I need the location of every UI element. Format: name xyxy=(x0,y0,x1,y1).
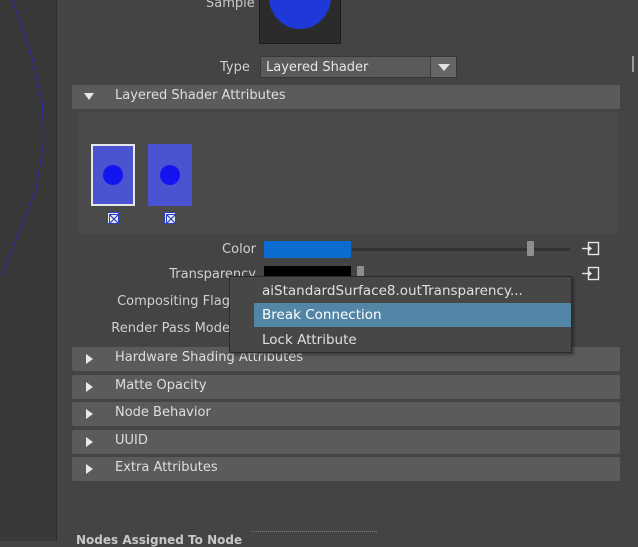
color-swatch[interactable] xyxy=(264,241,351,258)
chevron-down-icon xyxy=(438,64,450,71)
footer-label: Nodes Assigned To Node xyxy=(76,533,243,547)
layer-swatch-1[interactable] xyxy=(91,144,135,206)
divider xyxy=(252,531,377,532)
type-dropdown[interactable]: Layered Shader xyxy=(260,56,457,78)
render-pass-mode-text: Render Pass Mode xyxy=(111,321,230,336)
remove-layer-2-icon[interactable] xyxy=(164,212,176,224)
transparency-label: Transparency xyxy=(169,267,256,282)
section-extra-attributes[interactable]: Extra Attributes xyxy=(72,457,620,481)
triangle-right-icon xyxy=(86,382,93,392)
layer-dot xyxy=(160,165,180,185)
section-uuid[interactable]: UUID xyxy=(72,430,620,454)
triangle-right-icon xyxy=(86,354,93,364)
color-slider-track[interactable] xyxy=(352,248,570,251)
triangle-right-icon xyxy=(86,437,93,447)
menu-item-break-connection[interactable]: Break Connection xyxy=(254,303,571,327)
section-title: Matte Opacity xyxy=(115,378,207,393)
section-matte-opacity[interactable]: Matte Opacity xyxy=(72,375,620,399)
sample-label: Sample xyxy=(206,0,255,11)
viewport-panel[interactable] xyxy=(0,0,57,541)
triangle-right-icon xyxy=(86,464,93,474)
sample-swatch xyxy=(259,0,341,44)
map-texture-icon[interactable] xyxy=(582,241,600,257)
triangle-right-icon xyxy=(86,409,93,419)
section-title: Layered Shader Attributes xyxy=(115,88,286,103)
layer-swatch-2[interactable] xyxy=(148,144,192,206)
menu-item-lock-attribute[interactable]: Lock Attribute xyxy=(254,328,571,352)
scrollbar[interactable] xyxy=(624,40,638,480)
remove-layer-1-icon[interactable] xyxy=(107,212,119,224)
section-layered-shader-attributes[interactable]: Layered Shader Attributes xyxy=(72,85,620,109)
layer-panel xyxy=(78,112,618,234)
compositing-flag-text: Compositing Flag xyxy=(117,294,230,309)
triangle-down-icon xyxy=(84,93,94,100)
type-dropdown-value: Layered Shader xyxy=(266,60,369,75)
section-title: UUID xyxy=(115,433,148,448)
menu-item-connection-source[interactable]: aiStandardSurface8.outTransparency... xyxy=(254,279,571,303)
type-dropdown-button[interactable] xyxy=(430,57,456,77)
section-title: Node Behavior xyxy=(115,405,211,420)
viewport-curve xyxy=(1,0,45,276)
type-label: Type xyxy=(220,60,250,75)
layer-dot xyxy=(103,165,123,185)
compositing-flag-label: Compositing Flag xyxy=(40,294,230,309)
sample-ball xyxy=(269,0,331,29)
color-slider-handle[interactable] xyxy=(527,241,534,256)
section-node-behavior[interactable]: Node Behavior xyxy=(72,402,620,426)
scrollbar-thumb[interactable] xyxy=(632,56,634,72)
map-texture-icon[interactable] xyxy=(582,266,600,282)
section-title: Extra Attributes xyxy=(115,460,218,475)
render-pass-mode-label: Render Pass Mode xyxy=(35,321,230,336)
color-label: Color xyxy=(222,242,256,257)
context-menu: aiStandardSurface8.outTransparency... Br… xyxy=(229,276,572,353)
